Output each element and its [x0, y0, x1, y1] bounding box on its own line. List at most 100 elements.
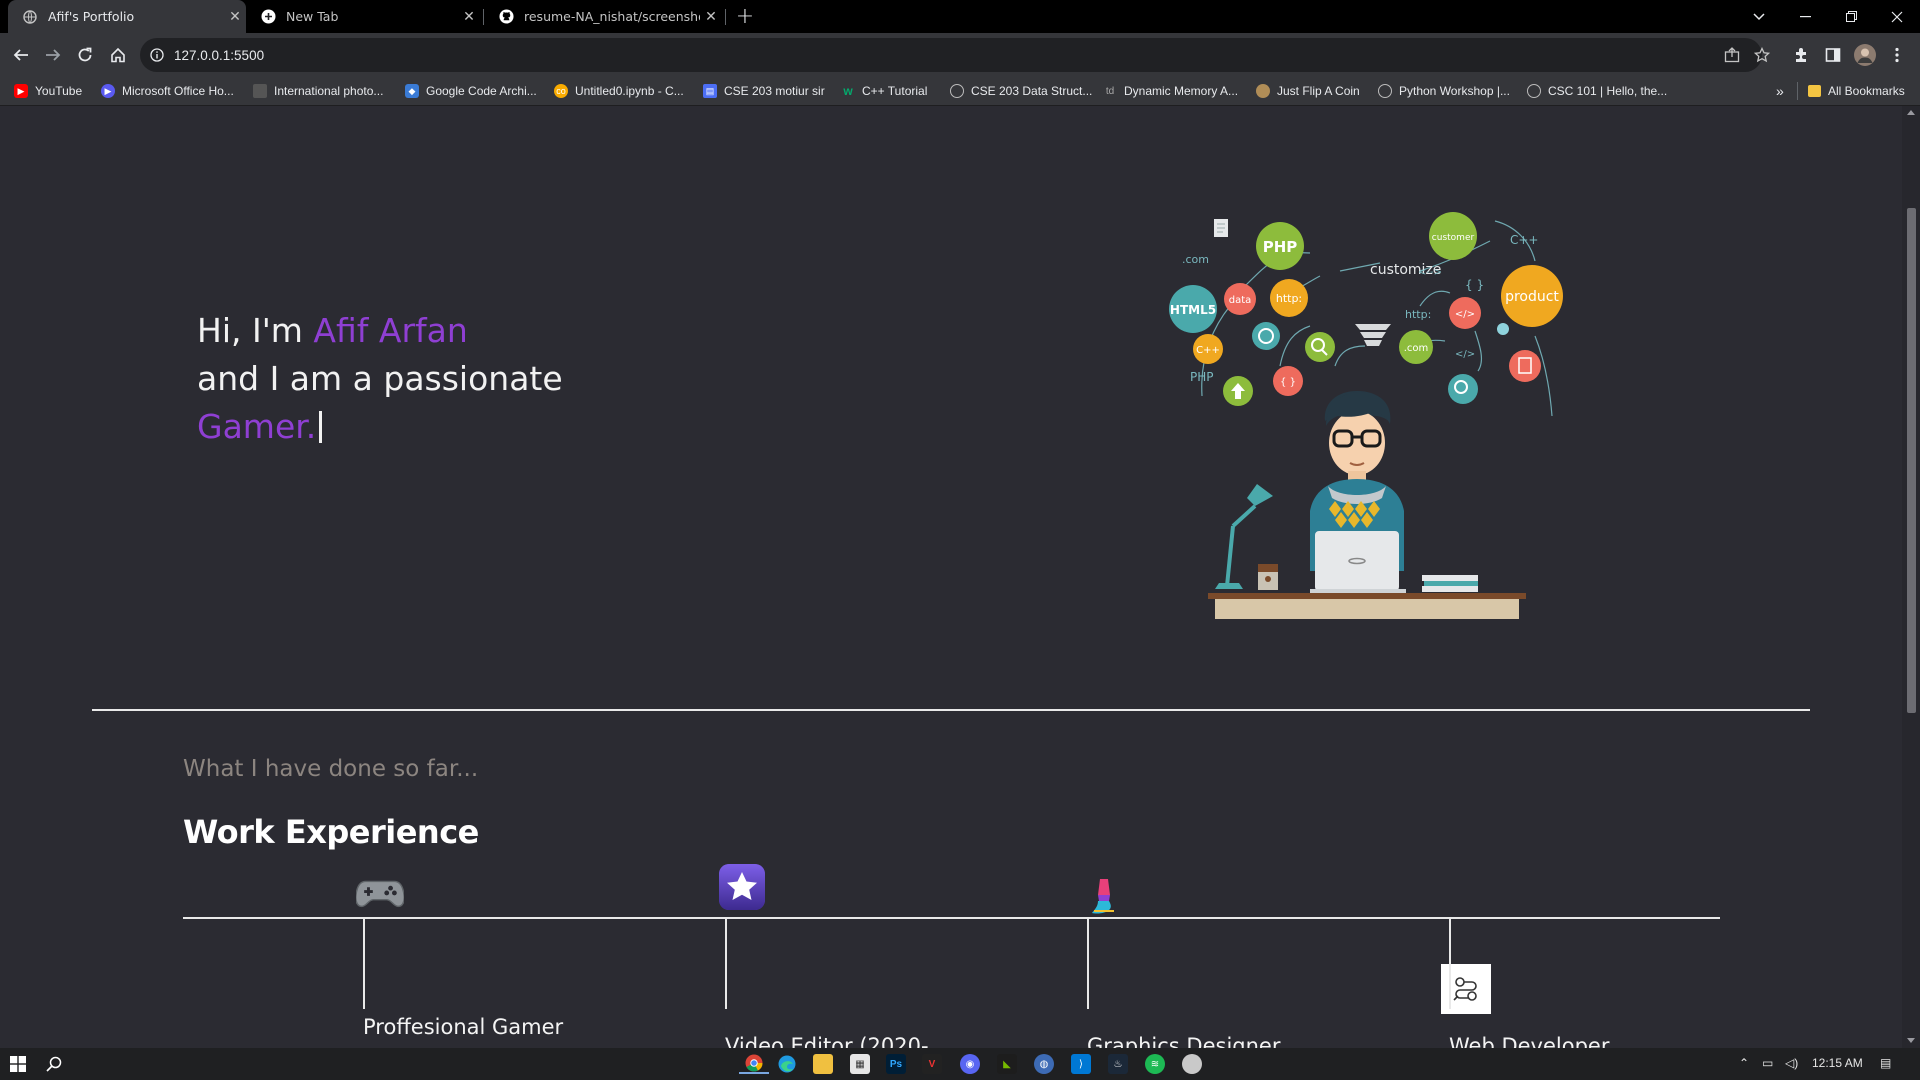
link-bubble — [1448, 374, 1478, 404]
tab-search-icon[interactable] — [1736, 0, 1782, 33]
tab-title: New Tab — [286, 9, 339, 24]
store-icon[interactable]: ▦ — [850, 1054, 870, 1074]
folder-icon — [1808, 85, 1821, 97]
misc-app-icon[interactable] — [1182, 1054, 1202, 1074]
forward-icon[interactable] — [38, 40, 68, 70]
bookmark-python-workshop[interactable]: Python Workshop |... — [1378, 81, 1510, 101]
scroll-thumb[interactable] — [1907, 208, 1916, 713]
app-globe-icon[interactable]: ◍ — [1034, 1054, 1054, 1074]
section-subtitle: What I have done so far... — [183, 756, 479, 782]
bookmark-youtube[interactable]: ▶ YouTube — [14, 81, 82, 101]
html5-label: HTML5 — [1170, 303, 1216, 317]
scroll-up-icon[interactable] — [1907, 110, 1915, 115]
home-icon[interactable] — [103, 40, 133, 70]
funnel-icon — [1355, 324, 1391, 346]
photoshop-icon[interactable]: Ps — [886, 1054, 906, 1074]
close-tab-icon[interactable]: ✕ — [458, 9, 480, 25]
chrome-menu-icon[interactable] — [1882, 40, 1912, 70]
imovie-star-icon — [718, 863, 766, 911]
search-icon[interactable] — [44, 1054, 64, 1074]
page-scrollbar[interactable] — [1902, 106, 1920, 1048]
steam-icon[interactable]: ♨ — [1108, 1054, 1128, 1074]
paint-brush-icon — [1080, 872, 1128, 920]
php-label: PHP — [1263, 238, 1298, 256]
tab-title: Afif's Portfolio — [48, 9, 135, 24]
close-tab-icon[interactable]: ✕ — [700, 9, 722, 25]
typing-cursor — [319, 411, 323, 443]
tab-github-resume[interactable]: resume-NA_nishat/screenshot/S ✕ — [484, 0, 722, 33]
file-explorer-icon[interactable] — [813, 1054, 833, 1074]
timeline-tick — [363, 919, 365, 1009]
code-tag-label-2: </> — [1455, 349, 1475, 360]
doc-bubble — [1509, 350, 1541, 382]
chrome-taskbar-icon[interactable] — [739, 1054, 769, 1074]
globe-icon — [22, 9, 38, 25]
bookmark-office[interactable]: ▶ Microsoft Office Ho... — [101, 81, 234, 101]
w3schools-icon: w — [843, 84, 853, 98]
back-icon[interactable] — [6, 40, 36, 70]
arrows-label: <--> — [1418, 267, 1442, 278]
side-panel-icon[interactable] — [1818, 40, 1848, 70]
http-label-2: http: — [1405, 308, 1431, 321]
nvidia-icon[interactable]: ◣ — [997, 1054, 1017, 1074]
vscode-icon[interactable]: ⟩ — [1071, 1054, 1091, 1074]
reload-icon[interactable] — [70, 40, 100, 70]
globe-icon — [950, 84, 964, 98]
timeline-tick — [1087, 919, 1089, 1009]
hero-heading: Hi, I'm Afif Arfan and I am a passionate… — [197, 307, 563, 451]
network-icon[interactable]: ▭ — [1762, 1056, 1773, 1070]
hero-line-2: and I am a passionate — [197, 359, 563, 398]
bookmark-dynamic-memory[interactable]: td Dynamic Memory A... — [1103, 81, 1238, 101]
extensions-icon[interactable] — [1786, 40, 1816, 70]
windows-start-icon[interactable] — [8, 1054, 28, 1074]
http-label: http: — [1276, 292, 1302, 305]
all-bookmarks-button[interactable]: All Bookmarks — [1808, 81, 1905, 101]
tab-afifs-portfolio[interactable]: Afif's Portfolio ✕ — [8, 0, 246, 33]
document-icon — [1214, 219, 1228, 237]
portfolio-page: Hi, I'm Afif Arfan and I am a passionate… — [0, 106, 1902, 1048]
hero-line-1: Hi, I'm Afif Arfan — [197, 311, 468, 350]
timeline-label-video-editor: Video Editor (2020- — [725, 1034, 929, 1048]
share-icon[interactable] — [1722, 45, 1742, 65]
scroll-down-icon[interactable] — [1907, 1038, 1915, 1043]
bookmark-csc101[interactable]: CSC 101 | Hello, the... — [1527, 81, 1667, 101]
search-bubble — [1305, 332, 1335, 362]
profile-avatar[interactable] — [1850, 40, 1880, 70]
product-label: product — [1505, 289, 1559, 305]
bookmark-star-icon[interactable] — [1752, 45, 1772, 65]
volume-icon[interactable]: ◁) — [1785, 1056, 1798, 1070]
bookmark-google-code[interactable]: ◆ Google Code Archi... — [405, 81, 537, 101]
close-window-icon[interactable] — [1874, 0, 1920, 33]
clock-time[interactable]: 12:15 AM — [1812, 1056, 1863, 1070]
more-bookmarks-button[interactable]: » — [1776, 81, 1784, 101]
youtube-icon: ▶ — [14, 84, 28, 98]
discord-icon[interactable]: ◉ — [960, 1054, 980, 1074]
typed-role: Gamer. — [197, 407, 317, 446]
bookmark-photo[interactable]: International photo... — [253, 81, 383, 101]
new-tab-button[interactable]: + — [725, 0, 765, 33]
tab-new-tab[interactable]: New Tab ✕ — [246, 0, 480, 33]
bookmark-cpp-tutorial[interactable]: w C++ Tutorial — [841, 81, 927, 101]
tray-expand-icon[interactable]: ⌃ — [1739, 1056, 1749, 1070]
bookmark-colab[interactable]: co Untitled0.ipynb - C... — [554, 81, 684, 101]
minimize-icon[interactable] — [1782, 0, 1828, 33]
hero-name: Afif Arfan — [313, 311, 468, 350]
bookmark-cse203[interactable]: ▤ CSE 203 motiur sir — [703, 81, 825, 101]
coin-icon — [1256, 84, 1270, 98]
address-bar[interactable]: 127.0.0.1:5500 — [140, 38, 1770, 72]
braces-label-2: { } — [1280, 377, 1296, 388]
close-tab-icon[interactable]: ✕ — [224, 9, 246, 25]
dotcom-label-2: .com — [1404, 343, 1429, 354]
programmer-illustration: .com PHP customer C++ customize <--> { }… — [1169, 212, 1563, 619]
spotify-icon[interactable]: ≋ — [1145, 1054, 1165, 1074]
globe-icon — [1378, 84, 1392, 98]
edge-taskbar-icon[interactable] — [777, 1054, 797, 1074]
restore-icon[interactable] — [1828, 0, 1874, 33]
valorant-icon[interactable]: V — [922, 1054, 942, 1074]
small-dot-icon — [1497, 323, 1509, 335]
bookmark-flip-coin[interactable]: Just Flip A Coin — [1256, 81, 1360, 101]
site-info-icon[interactable] — [140, 48, 174, 62]
google-code-icon: ◆ — [405, 84, 419, 98]
bookmark-cse203-ds[interactable]: CSE 203 Data Struct... — [950, 81, 1092, 101]
notifications-icon[interactable]: ▤ — [1880, 1056, 1891, 1070]
